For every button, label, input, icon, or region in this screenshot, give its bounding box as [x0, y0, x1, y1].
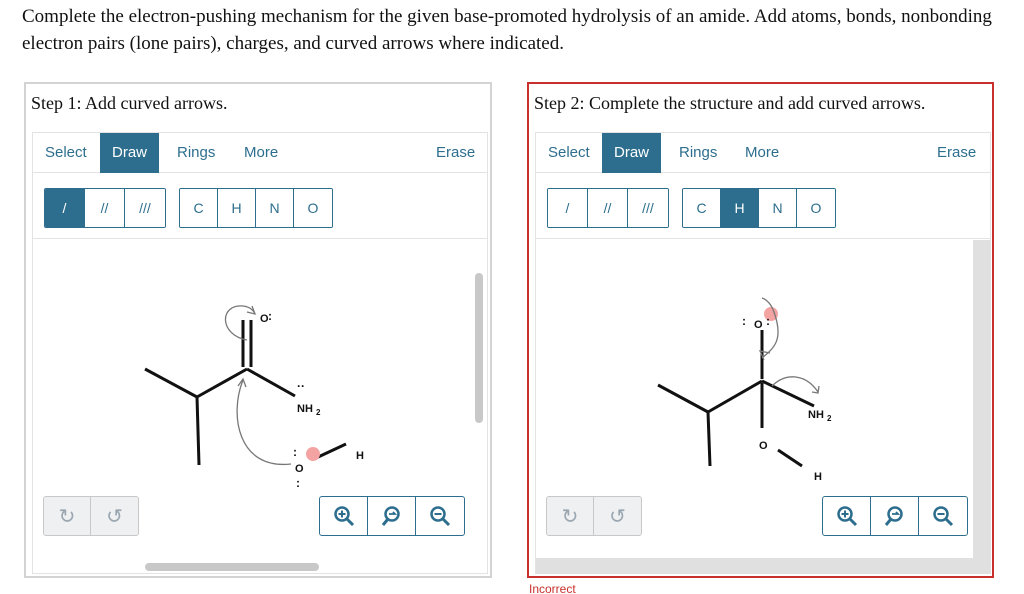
- tab-select[interactable]: Select: [536, 133, 602, 173]
- atom-h: H: [814, 471, 822, 483]
- negative-charge: [306, 447, 320, 461]
- lone-pair: :: [766, 314, 770, 328]
- bond-line: [707, 379, 763, 414]
- history-buttons: ↻ ↺: [546, 496, 642, 536]
- atom-button-h[interactable]: H: [218, 189, 256, 227]
- atom-button-c[interactable]: C: [180, 189, 218, 227]
- triple-bond-button[interactable]: ///: [125, 189, 165, 227]
- zoom-reset-icon[interactable]: [368, 497, 416, 535]
- undo-icon[interactable]: ↻: [547, 497, 594, 535]
- status-incorrect: Incorrect: [529, 582, 576, 594]
- zoom-out-icon[interactable]: [416, 497, 464, 535]
- atom-buttons: C H N O: [682, 188, 836, 228]
- redo-icon[interactable]: ↺: [91, 497, 138, 535]
- tab-draw[interactable]: Draw: [100, 133, 160, 173]
- atom-button-n[interactable]: N: [759, 189, 797, 227]
- atom-button-o[interactable]: O: [294, 189, 332, 227]
- lone-pair: :: [296, 476, 300, 490]
- erase-button[interactable]: Erase: [925, 133, 988, 173]
- curved-arrow: [236, 379, 292, 465]
- tab-draw[interactable]: Draw: [602, 133, 662, 173]
- step-2-label: Step 2: Complete the structure and add c…: [534, 93, 926, 113]
- redo-icon[interactable]: ↺: [594, 497, 641, 535]
- bond-line: [195, 396, 201, 466]
- sketcher-toolbar: Select Draw Rings More Erase: [536, 133, 990, 173]
- tab-rings[interactable]: Rings: [165, 133, 227, 173]
- single-bond-button[interactable]: /: [548, 189, 588, 227]
- double-bond-button[interactable]: //: [588, 189, 628, 227]
- bond-line: [706, 411, 712, 467]
- bond-line: [761, 379, 815, 408]
- tab-more[interactable]: More: [232, 133, 290, 173]
- single-bond-button[interactable]: /: [45, 189, 85, 227]
- step-2-panel: Step 2: Complete the structure and add c…: [527, 82, 994, 578]
- zoom-in-icon[interactable]: [823, 497, 871, 535]
- history-buttons: ↻ ↺: [43, 496, 139, 536]
- question-text: Complete the electron-pushing mechanism …: [22, 6, 992, 54]
- undo-icon[interactable]: ↻: [44, 497, 91, 535]
- subscript-2: 2: [827, 414, 832, 423]
- bond-buttons: / // ///: [44, 188, 166, 228]
- vertical-scrollbar[interactable]: [475, 273, 483, 423]
- subscript-2: 2: [316, 408, 321, 417]
- atom-button-o[interactable]: O: [797, 189, 835, 227]
- bond-line: [315, 442, 347, 460]
- bond-line: [144, 367, 198, 399]
- step-1-panel: Step 1: Add curved arrows. Select Draw R…: [24, 82, 492, 578]
- sketcher-toolbar: Select Draw Rings More Erase: [33, 133, 487, 173]
- atom-o: O: [754, 319, 763, 331]
- atom-h: H: [356, 450, 364, 462]
- curved-arrow: [761, 297, 779, 359]
- zoom-buttons: [822, 496, 968, 536]
- atom-button-n[interactable]: N: [256, 189, 294, 227]
- tab-rings[interactable]: Rings: [667, 133, 729, 173]
- horizontal-scrollbar[interactable]: [145, 563, 319, 571]
- atom-buttons: C H N O: [179, 188, 333, 228]
- lone-pair: :: [293, 445, 297, 459]
- bond-buttons: / // ///: [547, 188, 669, 228]
- double-bond-button[interactable]: //: [85, 189, 125, 227]
- tab-select[interactable]: Select: [33, 133, 99, 173]
- step-1-label: Step 1: Add curved arrows.: [31, 93, 228, 113]
- draw-options: / // /// C H N O: [536, 173, 990, 239]
- bond-line: [777, 448, 803, 468]
- atom-o: O: [759, 440, 768, 452]
- atom-button-h[interactable]: H: [721, 189, 759, 227]
- atom-nh: NH: [808, 409, 824, 421]
- triple-bond-button[interactable]: ///: [628, 189, 668, 227]
- zoom-buttons: [319, 496, 465, 536]
- draw-options: / // /// C H N O: [33, 173, 487, 239]
- zoom-reset-icon[interactable]: [871, 497, 919, 535]
- atom-o: O: [295, 463, 304, 475]
- tab-more[interactable]: More: [733, 133, 791, 173]
- step-2-sketcher: Select Draw Rings More Erase / // /// C …: [535, 132, 991, 574]
- zoom-out-icon[interactable]: [919, 497, 967, 535]
- bond-line: [657, 383, 709, 414]
- lone-pair: ··: [297, 379, 305, 393]
- zoom-in-icon[interactable]: [320, 497, 368, 535]
- erase-button[interactable]: Erase: [424, 133, 487, 173]
- bond-line: [246, 367, 296, 398]
- atom-nh: NH: [297, 403, 313, 415]
- lone-pair: :: [742, 314, 746, 328]
- lone-pair: :: [268, 309, 272, 323]
- atom-button-c[interactable]: C: [683, 189, 721, 227]
- step-1-sketcher: Select Draw Rings More Erase / // /// C …: [32, 132, 488, 574]
